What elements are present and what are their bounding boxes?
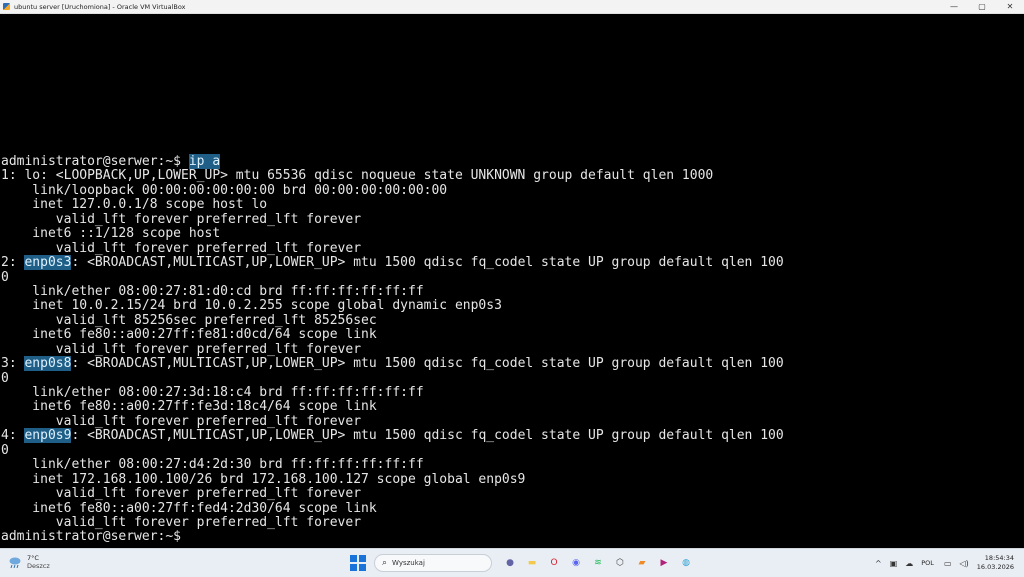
minimize-button[interactable]: — [940, 0, 968, 13]
taskbar: 7°C Deszcz ⌕ Wyszukaj ● ▬ O ◉ ≋ ⬡ ▰ ▶ ◍ ^ ▣ ☁ PO… [0, 548, 1024, 577]
terminal-text: inet6 fe80::a00:27ff:fe3d:18c4/64 scope … [1, 399, 377, 415]
terminal-text: 1: lo: <LOOPBACK,UP,LOWER_UP> mtu 65536 … [1, 168, 714, 184]
opera-icon[interactable]: O [546, 555, 562, 571]
network-icon[interactable]: ▭ [944, 559, 952, 568]
terminal-line: inet 172.168.100.100/26 brd 172.168.100.… [1, 471, 784, 487]
terminal-line: valid_lft forever preferred_lft forever [1, 240, 784, 256]
terminal-line: link/ether 08:00:27:3d:18:c4 brd ff:ff:f… [1, 385, 784, 400]
browser-icon[interactable]: ◍ [678, 555, 694, 571]
terminal-text: 0 [1, 442, 9, 458]
terminal-line: 1: lo: <LOOPBACK,UP,LOWER_UP> mtu 65536 … [1, 169, 784, 183]
terminal-text: link/ether 08:00:27:81:d0:cd brd ff:ff:f… [1, 283, 424, 299]
discord-icon[interactable]: ◉ [568, 555, 584, 571]
clock-date: 16.03.2026 [976, 563, 1014, 571]
terminal-text: inet6 fe80::a00:27ff:fed4:2d30/64 scope … [1, 500, 377, 516]
tray-overflow-chevron-icon[interactable]: ^ [875, 559, 882, 568]
clock-time: 18:54:34 [984, 554, 1014, 562]
terminal-text: 3: [1, 356, 25, 372]
terminal-line: inet6 fe80::a00:27ff:fe3d:18c4/64 scope … [1, 400, 784, 414]
terminal-text: valid_lft forever preferred_lft forever [1, 211, 362, 227]
media-player-icon[interactable]: ▶ [656, 555, 672, 571]
terminal-screen[interactable]: administrator@serwer:~$ ip a 1: lo: <LOOP… [0, 14, 1024, 548]
terminal-text: 0 [1, 370, 9, 386]
weather-temp: 7°C [27, 554, 39, 562]
terminal-line: valid_lft forever preferred_lft forever [1, 341, 784, 357]
virtualbox-app-icon [3, 3, 10, 10]
terminal-line: valid_lft forever preferred_lft forever [1, 413, 784, 429]
terminal-line: inet 10.0.2.15/24 brd 10.0.2.255 scope g… [1, 299, 784, 313]
terminal-line: administrator@serwer:~$ [1, 530, 784, 544]
terminal-text: : <BROADCAST,MULTICAST,UP,LOWER_UP> mtu … [71, 255, 784, 271]
terminal-line: valid_lft forever preferred_lft forever [1, 514, 784, 530]
terminal-output: administrator@serwer:~$ ip a 1: lo: <LOOP… [1, 154, 784, 545]
terminal-text: valid_lft forever preferred_lft forever [1, 514, 362, 530]
terminal-text: inet6 ::1/128 scope host [1, 226, 221, 242]
terminal-text: administrator@serwer:~$ [1, 154, 189, 169]
terminal-text: 4: [1, 428, 25, 444]
rain-cloud-icon [8, 555, 22, 569]
terminal-line: administrator@serwer:~$ ip a [1, 154, 784, 169]
highlighted-text: enp0s3 [24, 255, 72, 271]
terminal-text: 0 [1, 269, 9, 285]
terminal-text: valid_lft forever preferred_lft forever [1, 341, 362, 357]
terminal-line: valid_lft forever preferred_lft forever [1, 486, 784, 502]
search-placeholder: Wyszukaj [392, 559, 425, 567]
maximize-button[interactable]: ▢ [968, 0, 996, 13]
terminal-line: valid_lft 85256sec preferred_lft 85256se… [1, 312, 784, 328]
clock[interactable]: 18:54:34 16.03.2026 [977, 554, 1014, 572]
terminal-text: 2: [1, 255, 25, 271]
start-button[interactable] [350, 555, 366, 571]
highlighted-text: enp0s9 [24, 428, 72, 444]
highlighted-text: ip a [188, 154, 221, 169]
terminal-line: 0 [1, 269, 784, 285]
terminal-line: inet6 ::1/128 scope host [1, 226, 784, 242]
terminal-line: 0 [1, 442, 784, 458]
weather-condition: Deszcz [27, 562, 50, 570]
terminal-text: valid_lft forever preferred_lft forever [1, 240, 362, 256]
terminal-line: inet6 fe80::a00:27ff:fe81:d0cd/64 scope … [1, 328, 784, 342]
close-button[interactable]: ✕ [996, 0, 1024, 13]
terminal-line: link/ether 08:00:27:d4:2d:30 brd ff:ff:f… [1, 457, 784, 473]
teams-icon[interactable]: ● [502, 555, 518, 571]
terminal-line: inet 127.0.0.1/8 scope host lo [1, 198, 784, 212]
window-title: ubuntu server [Uruchomiona] - Oracle VM … [14, 2, 186, 11]
spotify-icon[interactable]: ≋ [590, 555, 606, 571]
terminal-text: : <BROADCAST,MULTICAST,UP,LOWER_UP> mtu … [71, 428, 784, 444]
sublime-icon[interactable]: ▰ [634, 555, 650, 571]
highlighted-text: enp0s8 [24, 356, 72, 372]
language-indicator[interactable]: POL [921, 559, 934, 567]
terminal-line: link/loopback 00:00:00:00:00:00 brd 00:0… [1, 182, 784, 198]
terminal-line: 3: enp0s8: <BROADCAST,MULTICAST,UP,LOWER… [1, 356, 784, 372]
terminal-text: administrator@serwer:~$ [1, 529, 189, 545]
terminal-line: 0 [1, 370, 784, 386]
terminal-line: 4: enp0s9: <BROADCAST,MULTICAST,UP,LOWER… [1, 428, 784, 444]
tray-app-icon[interactable]: ▣ [890, 559, 898, 568]
terminal-text: valid_lft forever preferred_lft forever [1, 486, 362, 502]
terminal-text: link/loopback 00:00:00:00:00:00 brd 00:0… [1, 182, 448, 198]
terminal-text: valid_lft 85256sec preferred_lft 85256se… [1, 312, 377, 328]
virtualbox-icon[interactable]: ⬡ [612, 555, 628, 571]
terminal-text: : <BROADCAST,MULTICAST,UP,LOWER_UP> mtu … [71, 356, 784, 372]
file-explorer-icon[interactable]: ▬ [524, 555, 540, 571]
terminal-text: inet6 fe80::a00:27ff:fe81:d0cd/64 scope … [1, 327, 377, 343]
window-titlebar[interactable]: ubuntu server [Uruchomiona] - Oracle VM … [0, 0, 1024, 14]
onedrive-cloud-icon[interactable]: ☁ [905, 559, 913, 568]
terminal-text: link/ether 08:00:27:3d:18:c4 brd ff:ff:f… [1, 385, 424, 400]
terminal-line: 2: enp0s3: <BROADCAST,MULTICAST,UP,LOWER… [1, 255, 784, 271]
terminal-text: inet 10.0.2.15/24 brd 10.0.2.255 scope g… [1, 298, 502, 314]
weather-widget[interactable]: 7°C Deszcz [8, 554, 50, 570]
terminal-text: inet 127.0.0.1/8 scope host lo [1, 197, 268, 213]
search-box[interactable]: ⌕ Wyszukaj [374, 554, 492, 572]
volume-icon[interactable]: ◁) [960, 559, 969, 568]
terminal-line: inet6 fe80::a00:27ff:fed4:2d30/64 scope … [1, 500, 784, 516]
terminal-line: link/ether 08:00:27:81:d0:cd brd ff:ff:f… [1, 283, 784, 299]
terminal-text: link/ether 08:00:27:d4:2d:30 brd ff:ff:f… [1, 457, 424, 473]
terminal-text: valid_lft forever preferred_lft forever [1, 413, 362, 429]
terminal-text: inet 172.168.100.100/26 brd 172.168.100.… [1, 471, 526, 487]
terminal-line: valid_lft forever preferred_lft forever [1, 211, 784, 227]
search-icon: ⌕ [382, 558, 388, 568]
